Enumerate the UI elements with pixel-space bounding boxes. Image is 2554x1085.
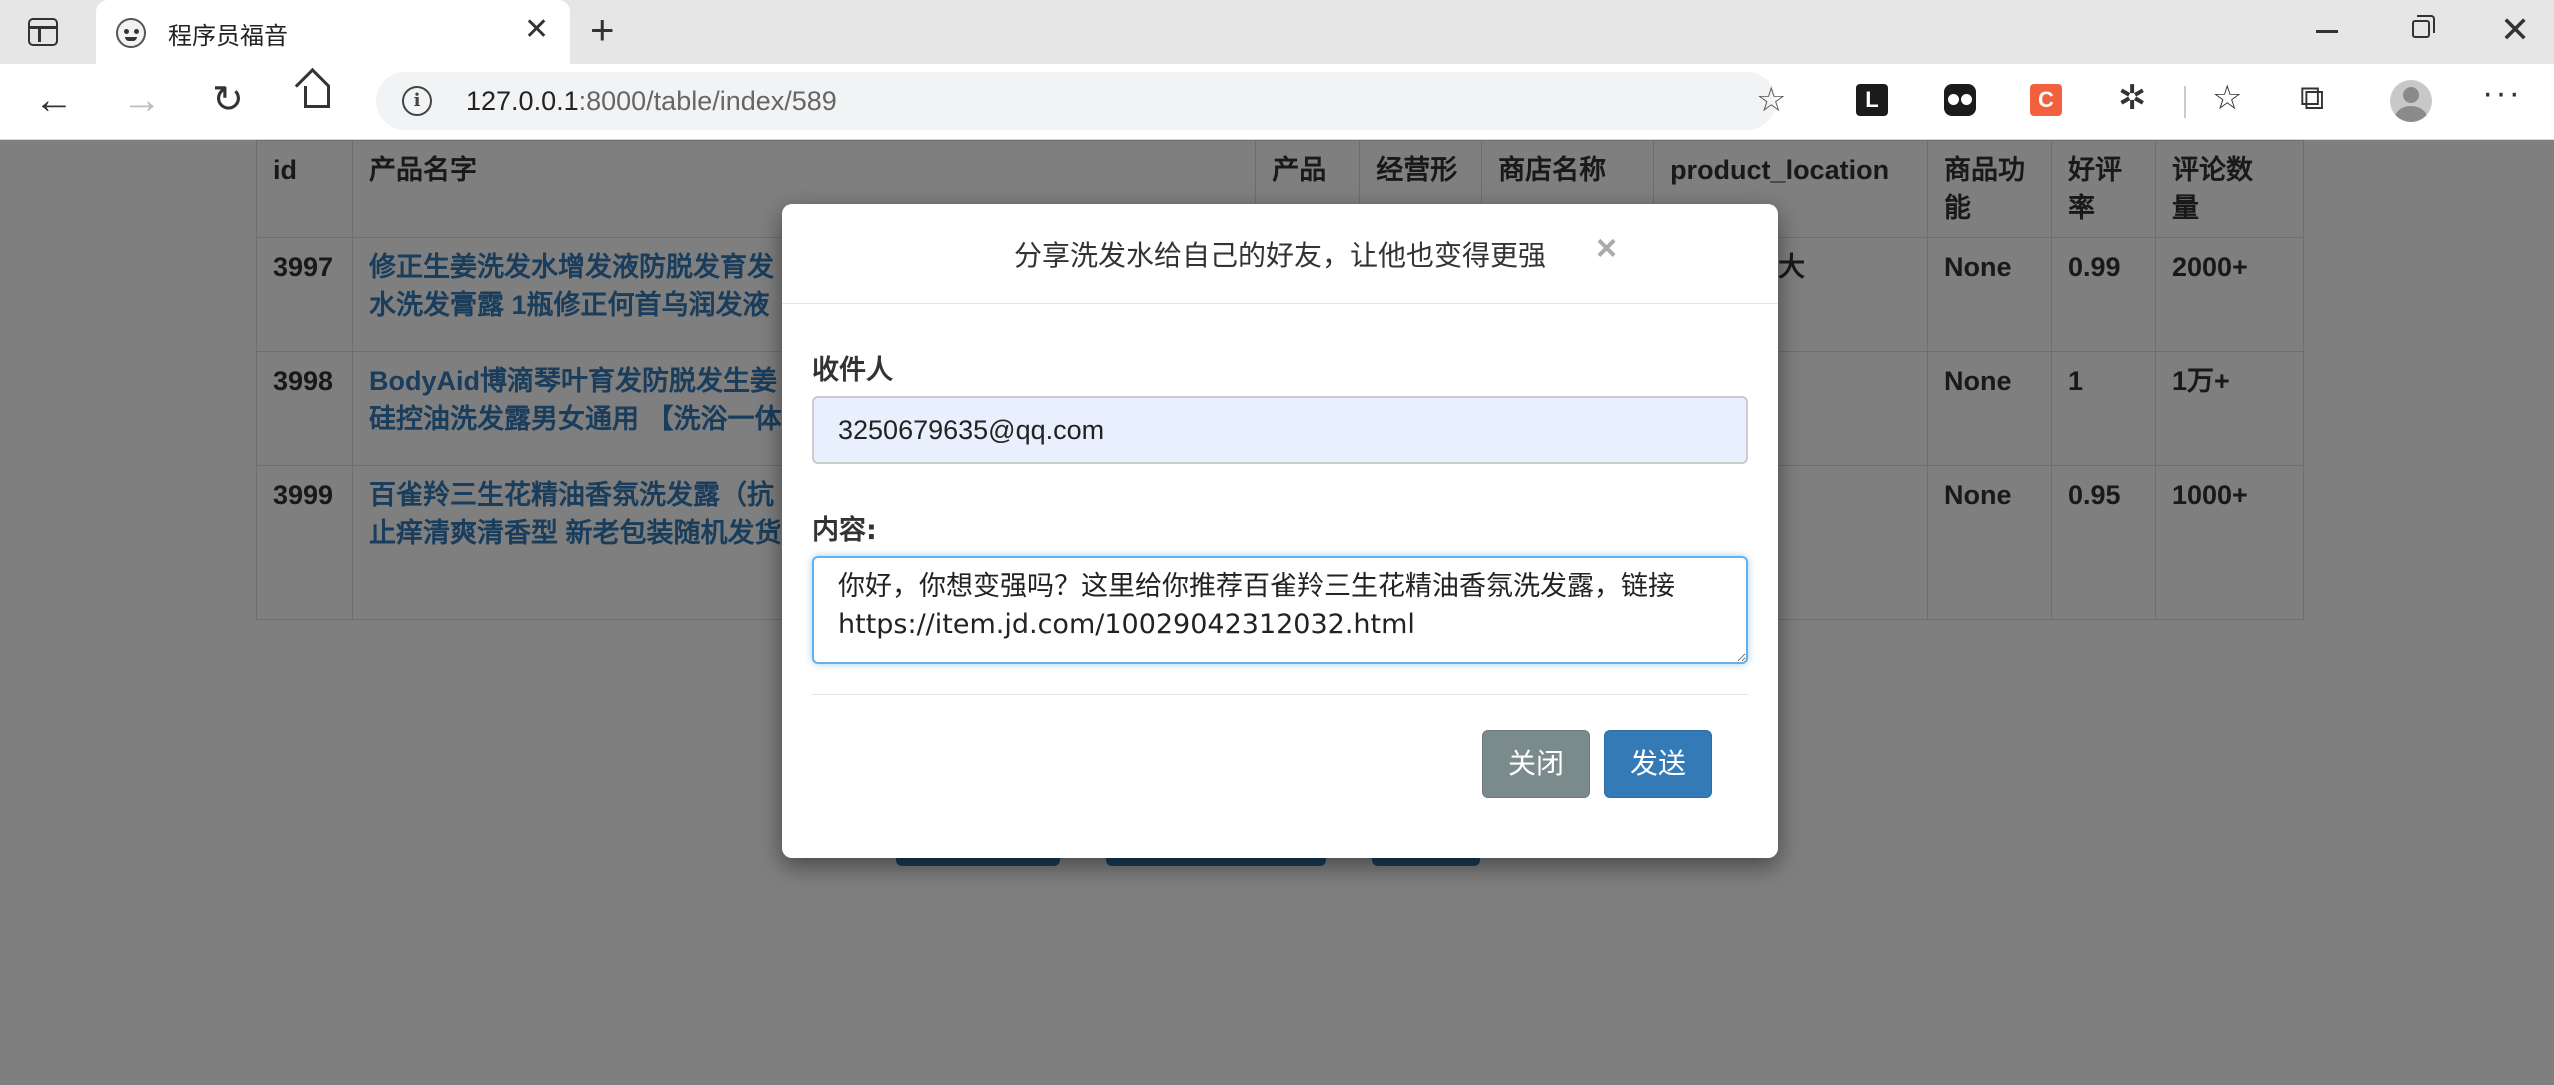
profile-avatar-icon[interactable] — [2390, 80, 2432, 122]
window-close-icon[interactable]: ✕ — [2500, 12, 2530, 48]
close-button[interactable]: 关闭 — [1482, 730, 1590, 798]
site-info-icon[interactable]: i — [402, 86, 432, 116]
new-tab-icon[interactable]: + — [590, 8, 615, 52]
tab-favicon-icon — [116, 18, 146, 48]
dialog-title: 分享洗发水给自己的好友，让他也变得更强 — [1013, 239, 1546, 272]
extension-tampermonkey-icon[interactable] — [1944, 84, 1976, 116]
home-icon[interactable] — [304, 86, 330, 108]
tab-actions-icon[interactable] — [28, 18, 58, 46]
back-arrow-icon[interactable]: ← — [34, 78, 74, 122]
tab-close-icon[interactable]: ✕ — [524, 14, 549, 46]
dialog-header: 分享洗发水给自己的好友，让他也变得更强 × — [782, 204, 1778, 304]
url-text[interactable]: 127.0.0.1:8000/table/index/589 — [466, 86, 837, 117]
forward-arrow-icon[interactable]: → — [122, 78, 162, 122]
recipient-input[interactable] — [812, 396, 1748, 464]
tab-title: 程序员福音 — [168, 22, 288, 50]
extension-c-icon[interactable]: C — [2030, 84, 2062, 116]
share-dialog: 分享洗发水给自己的好友，让他也变得更强 × 收件人 内容: 你好，你想变强吗？这… — [782, 204, 1778, 858]
send-button[interactable]: 发送 — [1604, 730, 1712, 798]
reload-icon[interactable]: ↻ — [212, 78, 244, 122]
window-minimize-icon[interactable] — [2316, 30, 2338, 33]
tab-bar: 程序员福音 ✕ + ✕ — [0, 0, 2554, 64]
browser-toolbar: ← → ↻ i 127.0.0.1:8000/table/index/589 ☆… — [0, 64, 2554, 140]
add-favorite-icon[interactable]: ☆ — [1756, 80, 1786, 120]
content-textarea[interactable]: 你好，你想变强吗？这里给你推荐百雀羚三生花精油香氛洗发露，链接 https://… — [812, 556, 1748, 664]
dialog-close-icon[interactable]: × — [1596, 228, 1617, 268]
window-restore-icon[interactable] — [2412, 15, 2435, 38]
extension-l-icon[interactable]: L — [1856, 84, 1888, 116]
collections-icon[interactable]: ⧉ — [2300, 78, 2324, 118]
more-options-icon[interactable]: ··· — [2482, 74, 2522, 113]
address-bar[interactable]: i 127.0.0.1:8000/table/index/589 ☆ — [376, 72, 1786, 130]
extensions-puzzle-icon[interactable]: ✲ — [2118, 78, 2150, 117]
recipient-label: 收件人 — [812, 355, 893, 386]
content-label: 内容: — [812, 515, 877, 546]
toolbar-separator — [2184, 86, 2186, 118]
dialog-divider — [812, 694, 1748, 695]
favorites-icon[interactable]: ☆ — [2212, 78, 2242, 118]
browser-tab[interactable]: 程序员福音 ✕ — [96, 0, 570, 64]
